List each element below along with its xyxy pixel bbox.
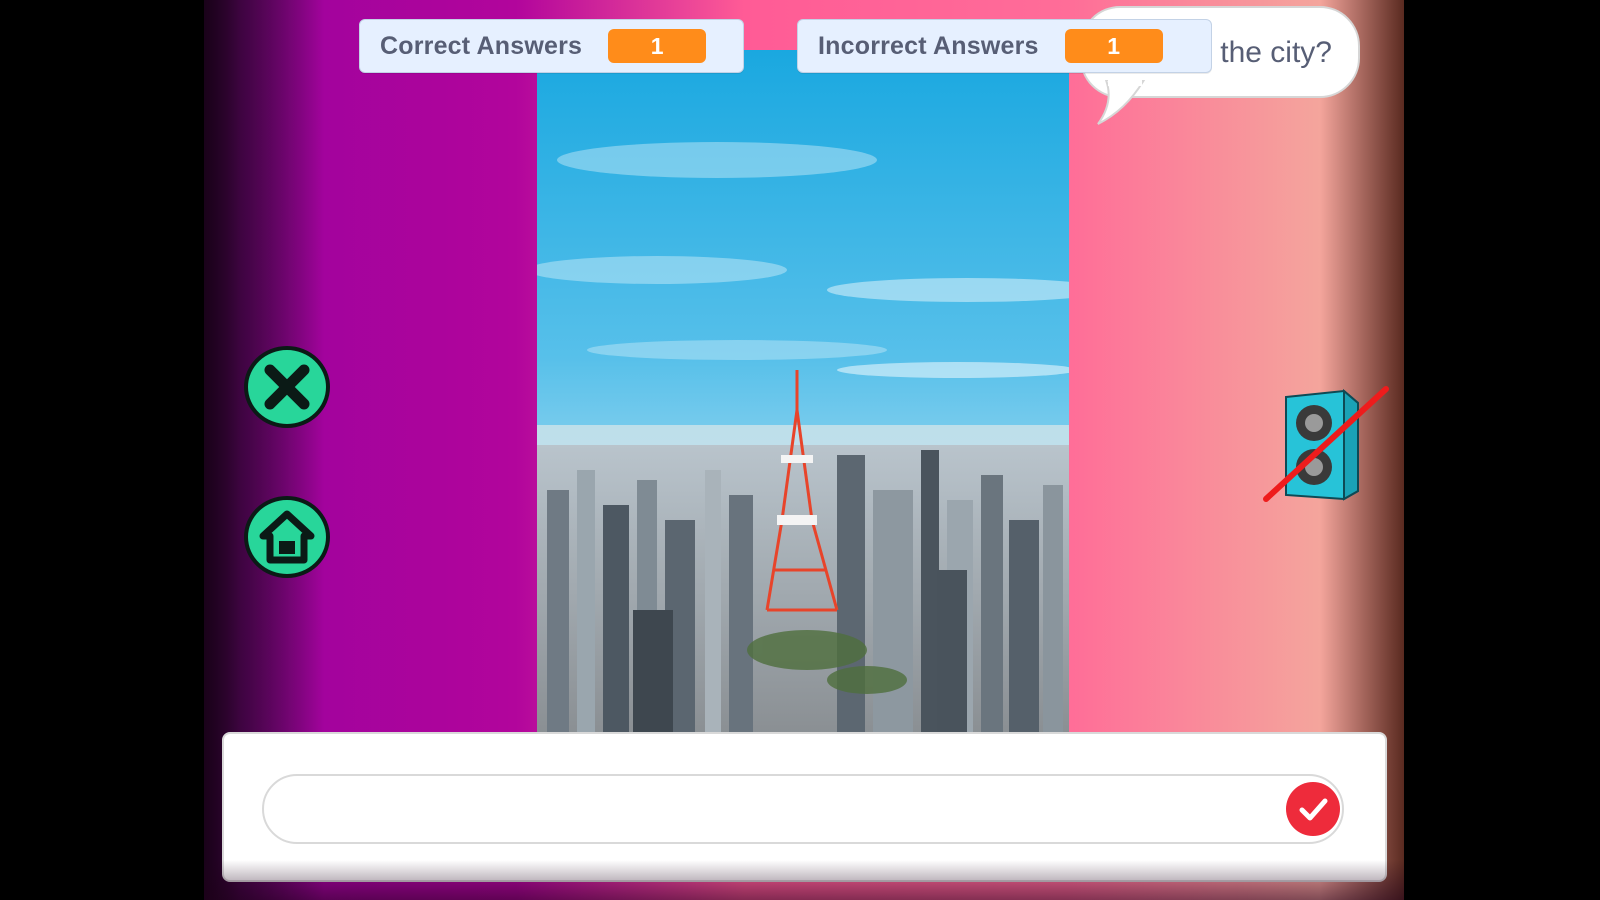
checkmark-icon <box>1299 798 1328 821</box>
tokyo-skyline-image <box>537 50 1069 734</box>
close-icon <box>264 364 310 410</box>
incorrect-answers-label: Incorrect Answers <box>818 31 1039 60</box>
correct-answers-monitor: Correct Answers 1 <box>359 19 744 73</box>
game-stage: Correct Answers 1 the city? Incorrect An… <box>204 0 1404 900</box>
incorrect-answers-value: 1 <box>1064 29 1163 63</box>
speaker-muted-icon[interactable] <box>1262 385 1392 505</box>
home-button[interactable] <box>244 496 330 578</box>
answer-input[interactable] <box>262 774 1344 844</box>
incorrect-answers-monitor: Incorrect Answers 1 <box>797 19 1212 73</box>
correct-answers-label: Correct Answers <box>380 31 583 60</box>
close-button[interactable] <box>244 346 330 428</box>
correct-answers-value: 1 <box>608 29 707 63</box>
speech-bubble-tail <box>1097 80 1146 125</box>
home-icon <box>259 510 315 564</box>
speech-bubble-text: the city? <box>1220 36 1332 69</box>
stage-shade-bottom <box>204 860 1404 900</box>
city-photo <box>537 50 1069 734</box>
submit-answer-button[interactable] <box>1286 782 1340 836</box>
